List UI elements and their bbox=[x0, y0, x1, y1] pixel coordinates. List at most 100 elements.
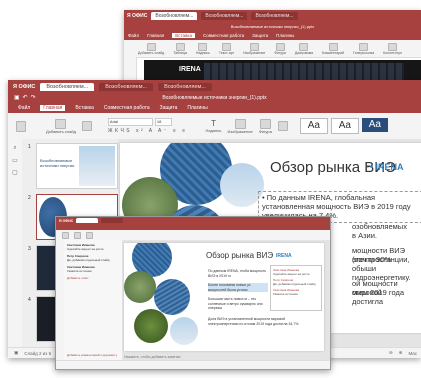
style-sample-2[interactable]: Aa bbox=[330, 118, 359, 134]
menu-file[interactable]: Файл bbox=[18, 105, 30, 111]
bullet-fragment-4: электростанции, bbox=[352, 255, 410, 264]
chat-icon[interactable]: ▢ bbox=[8, 169, 22, 176]
image-icon[interactable] bbox=[86, 231, 93, 239]
slide-nav-icon[interactable]: ▣ bbox=[14, 350, 18, 356]
style-sample-1[interactable]: Aa bbox=[299, 118, 328, 134]
title-bar: Я ОФИС Возобновляем... Возобновляем... В… bbox=[8, 80, 421, 93]
thumb-title: Возобновляемые источники энергии bbox=[40, 158, 75, 168]
slide-thumbnail-1[interactable]: Возобновляемые источники энергии bbox=[36, 143, 118, 189]
comment-text: Да, добавим отдельный слайд bbox=[67, 258, 110, 262]
table-button[interactable]: Таблица bbox=[173, 42, 187, 55]
tab-doc-1[interactable]: Возобновляем... bbox=[40, 82, 95, 91]
tab-doc-2[interactable]: Возобновляем... bbox=[99, 82, 154, 91]
thumb-number-3: 3 bbox=[28, 246, 31, 252]
chart-button[interactable]: Диаграмма bbox=[295, 42, 313, 55]
comment-text: Укажите источник bbox=[67, 269, 92, 273]
paste-icon[interactable] bbox=[62, 231, 69, 239]
comments-panel: Светлана Иванова Сделайте акцент на рост… bbox=[64, 240, 123, 361]
menu-home[interactable]: Главная bbox=[40, 105, 66, 111]
menu-plugins[interactable]: Плагины bbox=[276, 33, 294, 38]
menu-insert[interactable]: Вставка bbox=[75, 105, 94, 111]
comments-icon[interactable]: ▭ bbox=[8, 157, 22, 164]
toolbar: Добавить слайд Arial 18 ЖКЧS x² A A⁻ ≡ ≡… bbox=[8, 113, 421, 140]
layout-icon[interactable] bbox=[81, 121, 92, 131]
font-name-select[interactable]: Arial bbox=[107, 118, 153, 126]
tab-doc-1[interactable] bbox=[76, 218, 99, 223]
title-bar: Я ОФИС Возобновляем... Возобновляем... В… bbox=[124, 10, 421, 22]
add-slide-button[interactable]: Добавить слайд bbox=[138, 42, 164, 55]
add-slide-icon[interactable] bbox=[74, 231, 81, 239]
zoom-in-icon[interactable]: ⊕ bbox=[399, 350, 403, 356]
paste-icon[interactable] bbox=[16, 120, 26, 132]
style-sample-3[interactable]: Aa bbox=[361, 118, 388, 132]
textart-button[interactable]: Текст-арт bbox=[219, 42, 234, 55]
irena-logo-text: IRENA bbox=[179, 66, 201, 73]
tab-doc-3[interactable]: Возобновляем... bbox=[158, 82, 212, 91]
bullet-2-highlighted: Более половины новых ус мощностей была у… bbox=[208, 283, 268, 292]
bullet-4: Доля ВИЭ в установленной мощности мирово… bbox=[208, 317, 300, 326]
layout-button[interactable]: T Надпись bbox=[206, 118, 222, 133]
irena-logo-icon: ∾ bbox=[366, 161, 374, 171]
irena-logo-text: IRENA bbox=[276, 253, 292, 259]
menu-file[interactable]: Файл bbox=[128, 33, 139, 38]
comment-text: Сделайте акцент на росте bbox=[273, 272, 310, 276]
bullet-1: По данным IRENA, глоба мощность ВИЭ в 20… bbox=[208, 269, 267, 278]
add-slide-icon bbox=[146, 42, 156, 51]
add-comment-link[interactable]: Добавить комментарий к документу bbox=[67, 353, 119, 357]
toolbar: Добавить слайд Таблица Надпись Текст-арт… bbox=[124, 40, 421, 58]
comment-icon bbox=[328, 42, 338, 51]
comment-button[interactable]: Комментарий bbox=[322, 42, 344, 55]
shape-button[interactable]: Фигура bbox=[259, 118, 272, 134]
tab-doc-2[interactable]: Возобновляем... bbox=[201, 12, 248, 20]
format-buttons[interactable]: ЖКЧS x² A A⁻ ≡ ≡ bbox=[108, 128, 188, 134]
menu-plugins[interactable]: Плагины bbox=[187, 105, 207, 111]
shape-button[interactable]: Фигура bbox=[274, 42, 286, 55]
tab-doc-3[interactable]: Возобновляем... bbox=[251, 12, 298, 20]
image-icon bbox=[234, 118, 246, 129]
doc-title-bar: Возобновляемые источники энергии_(1).ppt… bbox=[124, 22, 421, 31]
header-footer-icon bbox=[388, 42, 398, 51]
image-button[interactable]: Изображение bbox=[227, 118, 253, 134]
doc-title-bar: ▣↶↷ Возобновляемые источники энергии_(1)… bbox=[8, 93, 421, 103]
add-slide-button[interactable]: Добавить слайд bbox=[46, 118, 76, 134]
document-title: Возобновляемые источники энергии_(1).ppt… bbox=[230, 24, 315, 29]
app-brand: Я ОФИС bbox=[59, 218, 74, 223]
reply-link[interactable]: Добавить ответ bbox=[67, 276, 119, 280]
hyperlink-button[interactable]: Гиперссылка bbox=[353, 42, 374, 55]
slide-canvas: Обзор рынка ВИЭ IRENA По данным IRENA, г… bbox=[122, 240, 330, 361]
menu-protect[interactable]: Защита bbox=[160, 105, 178, 111]
title-bar: Я ОФИС bbox=[56, 217, 330, 224]
font-size-select[interactable]: 18 bbox=[154, 118, 172, 126]
slide-title: Обзор рынка ВИЭ bbox=[206, 251, 274, 260]
thumb-number-1: 1 bbox=[28, 144, 31, 150]
bullet-fragment-2: в Азии. bbox=[352, 231, 377, 240]
header-footer-button[interactable]: Колонтитул bbox=[383, 42, 402, 55]
app-brand: Я ОФИС bbox=[13, 83, 36, 90]
irena-logo: ∾ IRENA bbox=[366, 161, 404, 172]
current-slide: Обзор рынка ВИЭ IRENA По данным IRENA, г… bbox=[124, 243, 324, 351]
tab-doc-2[interactable] bbox=[101, 218, 124, 223]
menu-home[interactable]: Главная bbox=[147, 33, 164, 38]
zoom-label[interactable]: Мас bbox=[408, 351, 421, 356]
zoom-out-icon[interactable]: ⊖ bbox=[389, 350, 393, 356]
textbox-icon bbox=[198, 42, 208, 51]
background-editor-window: Я ОФИС Возобновляем... Возобновляем... В… bbox=[124, 10, 421, 84]
font-controls: Arial 18 ЖКЧS x² A A⁻ ≡ ≡ bbox=[107, 118, 188, 134]
link-icon bbox=[359, 42, 369, 51]
menu-insert[interactable]: Вставка bbox=[172, 33, 195, 38]
image-button[interactable]: Изображение bbox=[243, 42, 265, 55]
arrange-icon[interactable] bbox=[277, 121, 288, 131]
menu-protect[interactable]: Защита bbox=[252, 33, 268, 38]
search-icon[interactable]: ⌕ bbox=[8, 145, 22, 152]
menu-collab[interactable]: Совместная работа bbox=[203, 33, 244, 38]
text-frame-icon: T bbox=[211, 118, 216, 128]
collage-circle bbox=[134, 309, 168, 343]
comment-popup[interactable]: Светлана Иванова Сделайте акцент на рост… bbox=[270, 265, 322, 311]
bullet-fragment-7: огам 2019 года достигла bbox=[352, 288, 405, 306]
irena-logo-text: IRENA bbox=[375, 161, 404, 172]
notes-area[interactable]: Нажмите, чтобы добавить заметки bbox=[124, 355, 180, 359]
tab-doc-1[interactable]: Возобновляем... bbox=[151, 12, 198, 20]
menu-collab[interactable]: Совместная работа bbox=[104, 105, 150, 111]
menu-bar: Файл Главная Вставка Совместная работа З… bbox=[124, 31, 421, 40]
textbox-button[interactable]: Надпись bbox=[196, 42, 210, 55]
